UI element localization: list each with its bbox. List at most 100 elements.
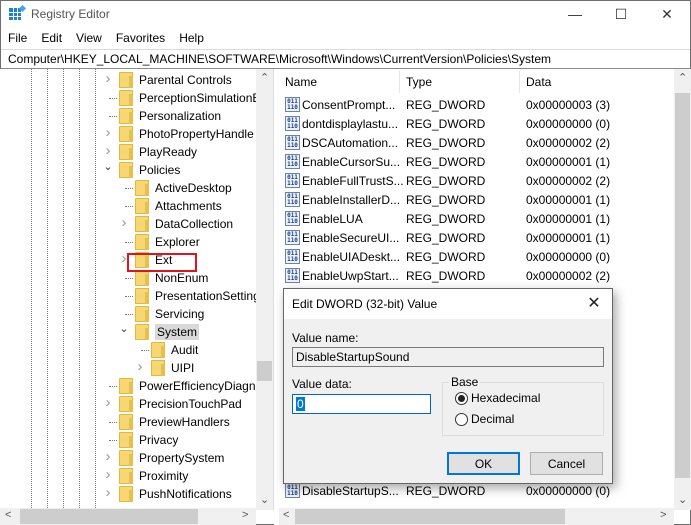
tree-item-label: DataCollection: [155, 217, 234, 231]
scroll-up-icon[interactable]: ⌃: [678, 71, 687, 84]
dialog-title-bar[interactable]: Edit DWORD (32-bit) Value ✕: [284, 289, 612, 319]
key-tree[interactable]: › Parental Controls PerceptionSimulationE P…: [0, 69, 274, 510]
column-header-name[interactable]: Name: [279, 69, 399, 95]
list-vertical-scrollbar[interactable]: ⌃ ⌄: [674, 69, 691, 510]
title-bar[interactable]: Registry Editor — ☐ ✕: [1, 1, 690, 27]
tree-item-label: PerceptionSimulationE: [139, 91, 261, 105]
chevron-right-icon[interactable]: ›: [103, 448, 113, 465]
chevron-right-icon[interactable]: ›: [103, 484, 113, 501]
menu-edit[interactable]: Edit: [34, 31, 69, 45]
tree-item-label: Servicing: [155, 307, 205, 321]
chevron-right-icon[interactable]: ›: [103, 70, 113, 87]
radio-checked-icon[interactable]: [455, 391, 468, 405]
address-bar[interactable]: Computer\HKEY_LOCAL_MACHINE\SOFTWARE\Mic…: [1, 49, 690, 69]
tree-item-photopropertyhandle[interactable]: PhotoPropertyHandle: [119, 125, 254, 143]
radio-hexadecimal[interactable]: Hexadecimal: [455, 391, 540, 405]
value-data-input[interactable]: 0: [292, 394, 431, 414]
tree-item-label: System: [155, 324, 200, 340]
tree-item-pushnotifications[interactable]: PushNotifications: [119, 485, 232, 503]
tree-item-precisiontouchpad[interactable]: PrecisionTouchPad: [119, 395, 242, 413]
tree-vertical-scrollbar[interactable]: ⌃ ⌄: [256, 69, 273, 510]
column-header-type[interactable]: Type: [400, 69, 520, 95]
list-horizontal-scrollbar[interactable]: < >: [279, 508, 674, 525]
scroll-left-icon[interactable]: <: [5, 509, 11, 521]
scrollbar-thumb[interactable]: [20, 509, 198, 524]
close-button[interactable]: ✕: [644, 1, 690, 27]
tree-horizontal-scrollbar[interactable]: < >: [0, 508, 256, 525]
value-row[interactable]: 011 110 ConsentPrompt... REG_DWORD 0x0000000…: [279, 95, 674, 114]
ok-button[interactable]: OK: [447, 452, 520, 475]
value-row[interactable]: 011 110 dontdisplaylastu... REG_DWORD 0x0000…: [279, 114, 674, 133]
scrollbar-thumb[interactable]: [257, 361, 272, 381]
column-header-data[interactable]: Data: [520, 69, 670, 95]
scroll-left-icon[interactable]: <: [283, 509, 289, 521]
tree-item-datacollection[interactable]: DataCollection: [135, 215, 233, 233]
value-type: REG_DWORD: [406, 211, 486, 226]
tree-connector: [109, 440, 117, 441]
menu-view[interactable]: View: [69, 31, 109, 45]
tree-item-previewhandlers[interactable]: PreviewHandlers: [119, 413, 230, 431]
scroll-right-icon[interactable]: >: [242, 509, 248, 521]
tree-connector: [109, 116, 117, 117]
value-type: REG_DWORD: [406, 135, 486, 150]
chevron-right-icon[interactable]: ›: [135, 358, 145, 375]
scrollbar-thumb[interactable]: [675, 93, 690, 478]
tree-item-explorer[interactable]: Explorer: [135, 233, 200, 251]
value-row[interactable]: 011 110 EnableFullTrustS... REG_DWORD 0x0000…: [279, 171, 674, 190]
tree-item-privacy[interactable]: Privacy: [119, 431, 178, 449]
value-row[interactable]: 011 110 EnableUwpStart... REG_DWORD 0x000000…: [279, 266, 674, 285]
maximize-button[interactable]: ☐: [598, 1, 644, 27]
edit-dword-dialog: Edit DWORD (32-bit) Value ✕ Value name: …: [283, 288, 613, 484]
value-name-field[interactable]: DisableStartupSound: [292, 347, 604, 367]
tree-item-attachments[interactable]: Attachments: [135, 197, 222, 215]
base-label: Base: [449, 375, 481, 389]
radio-unchecked-icon[interactable]: [455, 412, 468, 426]
tree-item-system[interactable]: System: [135, 323, 200, 341]
value-row[interactable]: 011 110 EnableUIADeskt... REG_DWORD 0x000000…: [279, 247, 674, 266]
tree-item-perceptionsimulatione[interactable]: PerceptionSimulationE: [119, 89, 260, 107]
minimize-icon: —: [568, 6, 582, 22]
chevron-right-icon[interactable]: ›: [103, 142, 113, 159]
tree-item-activedesktop[interactable]: ActiveDesktop: [135, 179, 232, 197]
tree-item-powerefficiencydiagn[interactable]: PowerEfficiencyDiagn: [119, 377, 256, 395]
menu-help[interactable]: Help: [172, 31, 211, 45]
chevron-right-icon[interactable]: ›: [103, 394, 113, 411]
dialog-close-button[interactable]: ✕: [584, 294, 604, 314]
value-name: EnableCursorSu...: [302, 154, 401, 169]
value-row[interactable]: 011 110 EnableLUA REG_DWORD 0x00000001 (1): [279, 209, 674, 228]
tree-item-proximity[interactable]: Proximity: [119, 467, 188, 485]
chevron-right-icon[interactable]: ›: [103, 466, 113, 483]
tree-item-propertysystem[interactable]: PropertySystem: [119, 449, 224, 467]
value-row[interactable]: 011 110 EnableCursorSu... REG_DWORD 0x000000…: [279, 152, 674, 171]
chevron-down-icon[interactable]: ⌄: [119, 322, 129, 335]
minimize-button[interactable]: —: [552, 1, 598, 27]
tree-item-parental-controls[interactable]: Parental Controls: [119, 71, 232, 89]
tree-item-label: PlayReady: [139, 145, 198, 159]
value-row[interactable]: 011 110 DSCAutomation... REG_DWORD 0x0000000…: [279, 133, 674, 152]
value-data: 0x00000000 (0): [526, 116, 611, 131]
value-row[interactable]: 011 110 EnableSecureUI... REG_DWORD 0x000000…: [279, 228, 674, 247]
menu-file[interactable]: File: [1, 31, 34, 45]
tree-item-personalization[interactable]: Personalization: [119, 107, 221, 125]
value-row[interactable]: 011 110 EnableInstallerD... REG_DWORD 0x0000…: [279, 190, 674, 209]
tree-item-audit[interactable]: Audit: [151, 341, 198, 359]
tree-item-uipi[interactable]: UIPI: [151, 359, 194, 377]
radio-decimal[interactable]: Decimal: [455, 412, 514, 426]
folder-icon: [119, 90, 133, 106]
scroll-down-icon[interactable]: ⌄: [678, 493, 687, 506]
tree-item-policies[interactable]: Policies: [119, 161, 180, 179]
value-name: EnableUwpStart...: [302, 268, 399, 283]
menu-favorites[interactable]: Favorites: [109, 31, 172, 45]
cancel-button[interactable]: Cancel: [530, 452, 603, 475]
scroll-right-icon[interactable]: >: [660, 509, 666, 521]
scrollbar-thumb[interactable]: [295, 509, 565, 524]
tree-item-servicing[interactable]: Servicing: [135, 305, 204, 323]
dword-value-icon: 011 110: [285, 230, 300, 245]
chevron-right-icon[interactable]: ›: [103, 124, 113, 141]
scroll-up-icon[interactable]: ⌃: [260, 71, 269, 84]
chevron-right-icon[interactable]: ›: [119, 214, 129, 231]
scroll-down-icon[interactable]: ⌄: [260, 493, 269, 506]
chevron-down-icon[interactable]: ⌄: [103, 160, 113, 173]
tree-item-presentationsetting[interactable]: PresentationSetting: [135, 287, 260, 305]
tree-item-playready[interactable]: PlayReady: [119, 143, 197, 161]
